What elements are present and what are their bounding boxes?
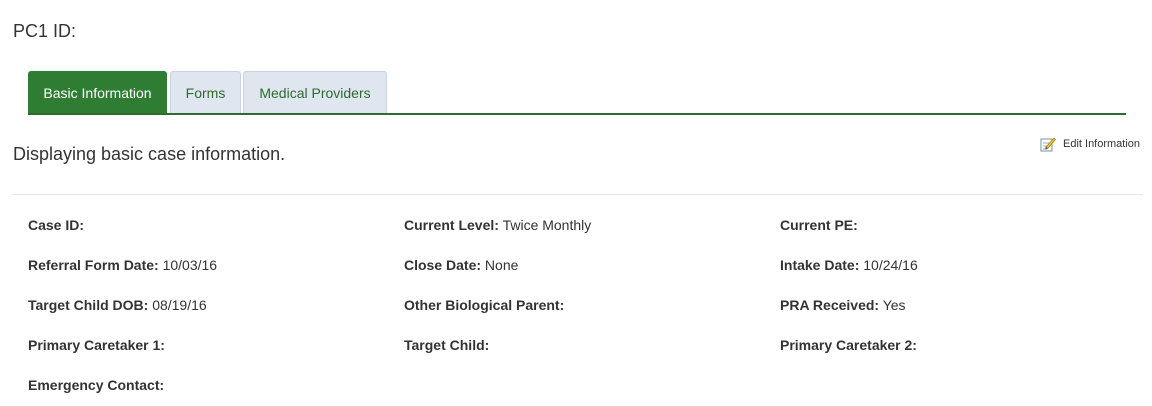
edit-information-label: Edit Information bbox=[1063, 138, 1141, 150]
page-subtitle: Displaying basic case information. bbox=[13, 144, 286, 164]
field-value: 10/03/16 bbox=[162, 257, 218, 273]
field-value: 08/19/16 bbox=[152, 297, 207, 313]
tab-medical-providers[interactable]: Medical Providers bbox=[243, 71, 387, 113]
field-label: Current Level: bbox=[404, 217, 499, 233]
field-emergency-contact: Emergency Contact: bbox=[28, 377, 164, 393]
field-referral-form-date: Referral Form Date: 10/03/16 bbox=[28, 257, 217, 273]
field-label: Primary Caretaker 2: bbox=[780, 337, 917, 353]
edit-pencil-icon bbox=[1040, 137, 1056, 152]
field-label: Close Date: bbox=[404, 257, 482, 273]
field-other-biological-parent: Other Biological Parent: bbox=[404, 297, 564, 313]
field-label: PRA Received: bbox=[780, 297, 880, 313]
field-label: Emergency Contact: bbox=[28, 377, 165, 393]
field-label: Other Biological Parent: bbox=[404, 297, 565, 313]
field-value: Yes bbox=[882, 297, 906, 313]
tab-forms[interactable]: Forms bbox=[170, 71, 241, 113]
field-intake-date: Intake Date: 10/24/16 bbox=[780, 257, 918, 273]
field-pra-received: PRA Received: Yes bbox=[780, 297, 906, 313]
field-label: Current PE: bbox=[780, 217, 858, 233]
field-target-child-dob: Target Child DOB: 08/19/16 bbox=[28, 297, 207, 313]
case-page: PC1 ID: Basic Information Forms Medical … bbox=[0, 0, 1152, 406]
field-current-level: Current Level: Twice Monthly bbox=[404, 217, 591, 233]
pc1-id-label: PC1 ID: bbox=[13, 21, 77, 41]
field-label: Intake Date: bbox=[780, 257, 860, 273]
field-label: Target Child: bbox=[404, 337, 490, 353]
field-value: Twice Monthly bbox=[502, 217, 592, 233]
field-target-child: Target Child: bbox=[404, 337, 489, 353]
tab-basic-information[interactable]: Basic Information bbox=[28, 71, 167, 113]
field-close-date: Close Date: None bbox=[404, 257, 518, 273]
field-primary-caretaker-2: Primary Caretaker 2: bbox=[780, 337, 917, 353]
field-label: Target Child DOB: bbox=[28, 297, 149, 313]
field-value: None bbox=[484, 257, 519, 273]
field-current-pe: Current PE: bbox=[780, 217, 858, 233]
field-label: Case ID: bbox=[28, 217, 85, 233]
field-value: 10/24/16 bbox=[863, 257, 918, 273]
field-label: Referral Form Date: bbox=[28, 257, 159, 273]
divider bbox=[13, 194, 1143, 195]
field-label: Primary Caretaker 1: bbox=[28, 337, 165, 353]
edit-information-link[interactable]: Edit Information bbox=[1040, 136, 1140, 152]
tab-bar: Basic Information Forms Medical Provider… bbox=[28, 71, 1126, 115]
field-case-id: Case ID: bbox=[28, 217, 84, 233]
field-primary-caretaker-1: Primary Caretaker 1: bbox=[28, 337, 165, 353]
